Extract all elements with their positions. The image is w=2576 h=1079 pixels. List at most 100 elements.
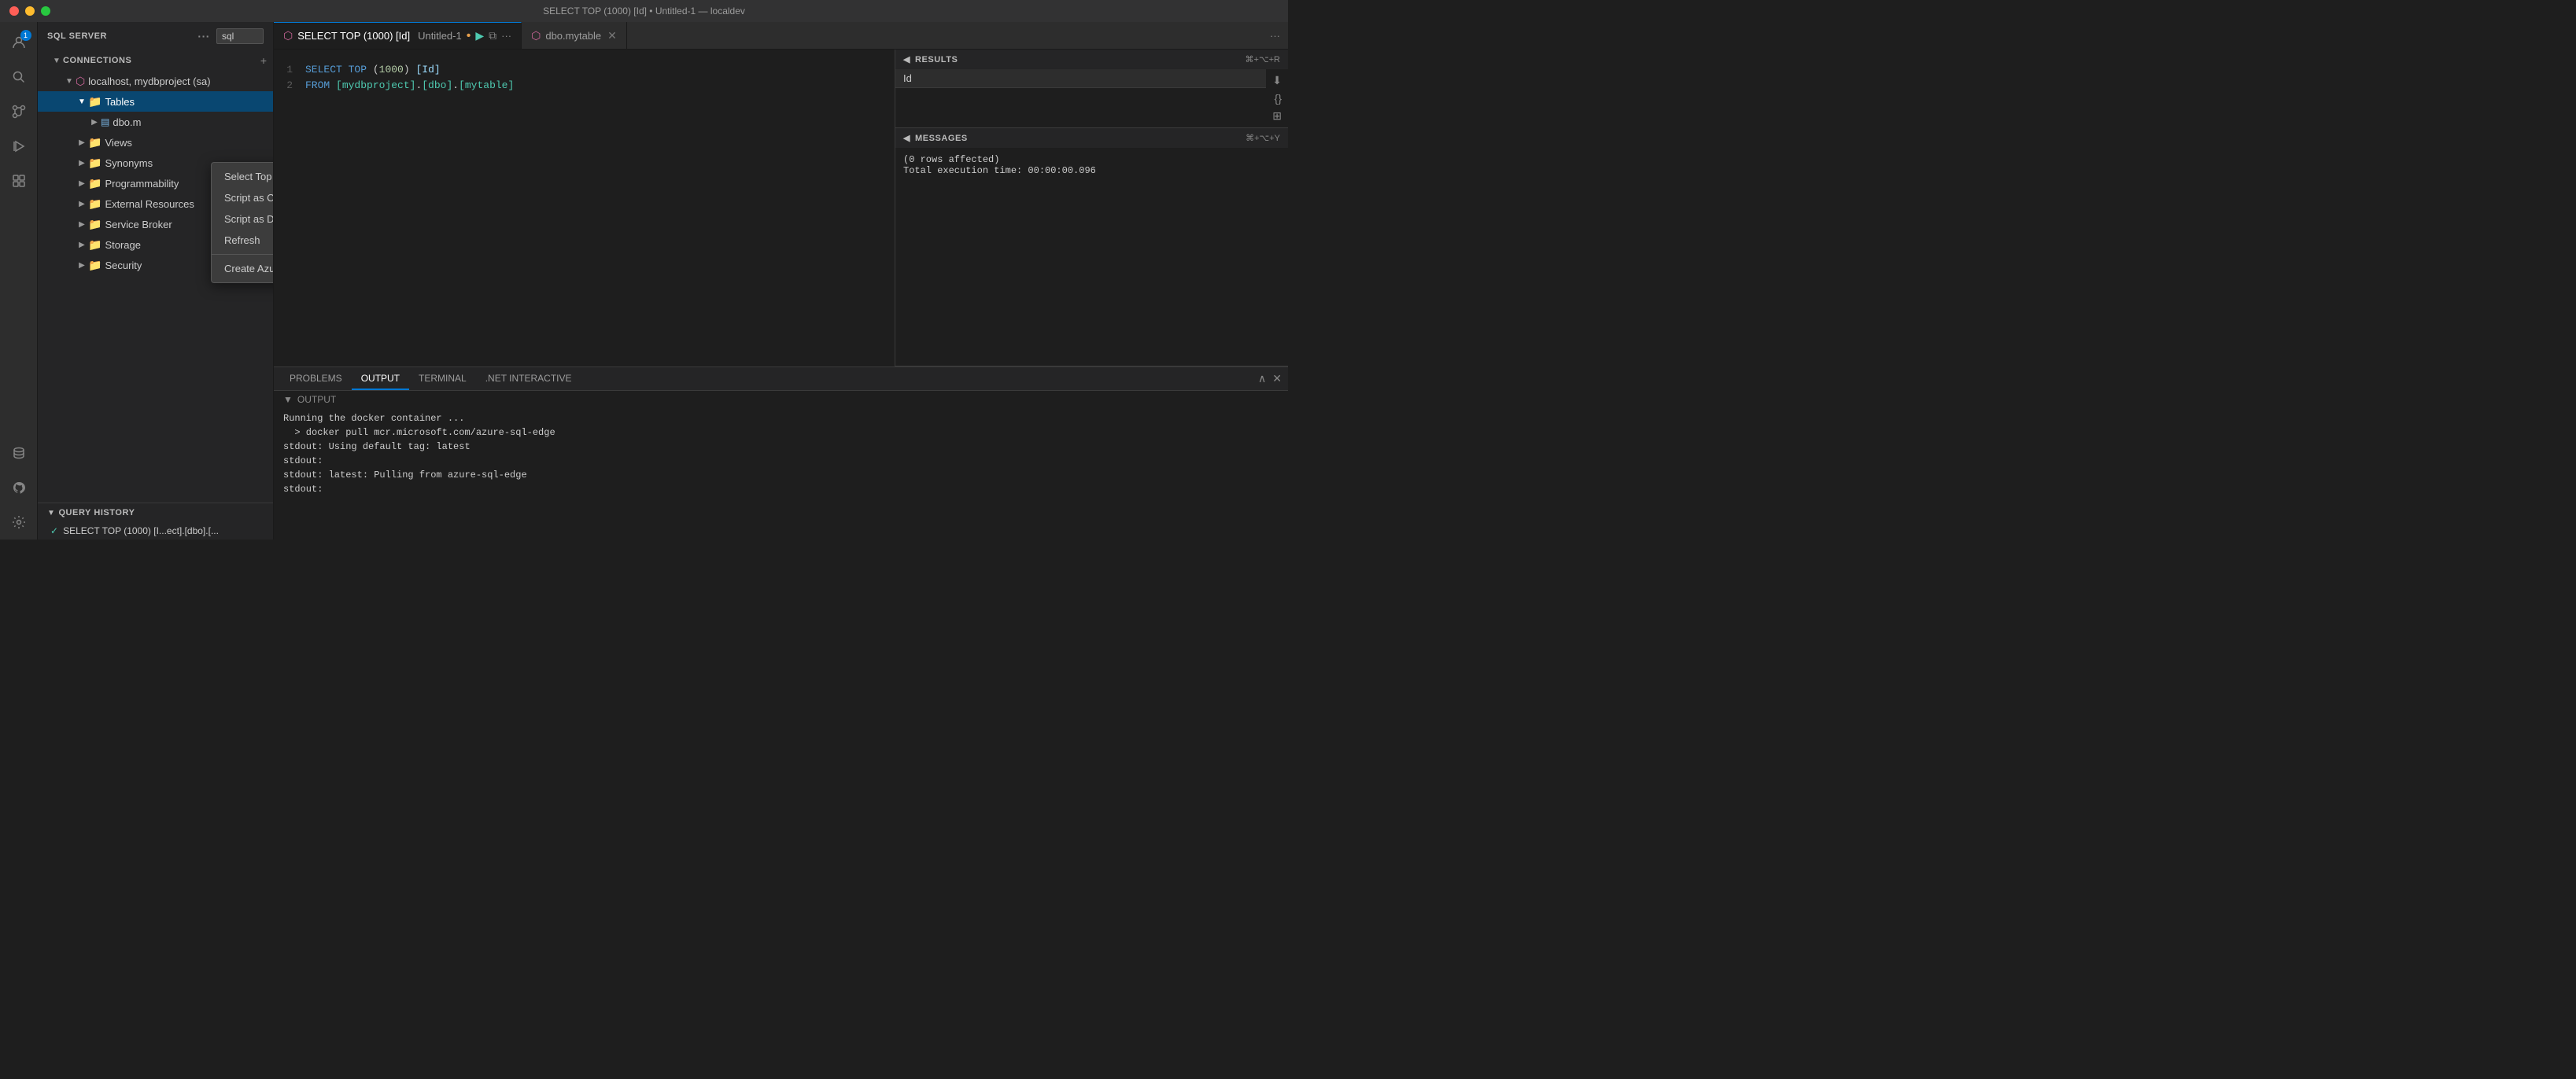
external-resources-folder-icon: 📁 [88, 197, 101, 211]
views-label: Views [105, 137, 131, 149]
tables-node[interactable]: ▼ 📁 Tables [38, 91, 273, 112]
kw-select: SELECT [305, 64, 342, 75]
dot-2: . [452, 79, 459, 91]
programmability-label: Programmability [105, 178, 179, 190]
context-menu-script-as-create[interactable]: Script as Create [212, 187, 274, 208]
tab-close-2[interactable]: ✕ [607, 29, 617, 42]
source-control-icon[interactable] [3, 96, 35, 127]
server-icon: ⬡ [76, 75, 85, 88]
tab-db-icon-1: ⬡ [283, 29, 293, 42]
context-menu-create-azure-function[interactable]: Create Azure Function with SQL binding [212, 258, 274, 279]
connections-arrow: ▼ [50, 57, 63, 65]
views-folder-icon: 📁 [88, 136, 101, 149]
tab-dbo-mytable[interactable]: ⬡ dbo.mytable ✕ [522, 22, 627, 49]
tab-label-1: SELECT TOP (1000) [Id] [297, 30, 410, 42]
editor-scroll-indicator [274, 56, 895, 59]
line-num-2: 2 [274, 78, 305, 94]
tab-run-button[interactable]: ▶ [475, 29, 484, 42]
server-node[interactable]: ▼ ⬡ localhost, mydbproject (sa) [38, 71, 273, 91]
results-panel: ◀ RESULTS ⌘+⌥+R Id [895, 50, 1288, 366]
close-button[interactable] [9, 6, 19, 16]
sidebar-more-button[interactable]: ··· [197, 30, 210, 42]
messages-label: MESSAGES [915, 134, 968, 143]
tables-folder-icon: 📁 [88, 95, 101, 109]
database-icon[interactable] [3, 437, 35, 469]
add-connection-button[interactable]: + [260, 54, 267, 67]
server-arrow: ▼ [63, 77, 76, 86]
results-json-button[interactable]: {} [1271, 90, 1285, 106]
results-table: Id [895, 69, 1266, 88]
output-line-3: stdout: Using default tag: latest [283, 440, 1279, 454]
minimize-button[interactable] [25, 6, 35, 16]
views-node[interactable]: ▶ 📁 Views [38, 132, 273, 153]
tab-db-icon-2: ⬡ [531, 29, 541, 42]
synonyms-arrow: ▶ [76, 159, 88, 168]
programmability-folder-icon: 📁 [88, 177, 101, 190]
window-controls [9, 6, 50, 16]
search-icon[interactable] [3, 61, 35, 93]
output-line-6: stdout: [283, 482, 1279, 496]
table-item-dbo[interactable]: ▶ ▤ dbo.m [38, 112, 273, 132]
sidebar-header-actions: ··· [197, 28, 264, 44]
results-header-left: ◀ RESULTS [903, 54, 958, 64]
activity-bar: 1 [0, 22, 38, 540]
results-header[interactable]: ◀ RESULTS ⌘+⌥+R [895, 50, 1288, 69]
context-menu-select-top-1000[interactable]: Select Top 1000 [212, 166, 274, 187]
tab-untitled1[interactable]: ⬡ SELECT TOP (1000) [Id] Untitled-1 • ▶ … [274, 22, 522, 49]
settings-icon[interactable] [3, 506, 35, 538]
messages-header-left: ◀ MESSAGES [903, 133, 968, 143]
results-grid-button[interactable]: ⊞ [1269, 108, 1285, 124]
sidebar-header: SQL SERVER ··· [38, 22, 273, 50]
connections-label: CONNECTIONS [63, 56, 131, 65]
paren-open: ( [373, 64, 379, 75]
storage-label: Storage [105, 239, 141, 251]
tbl-dbo: [dbo] [422, 79, 452, 91]
results-export-button[interactable]: ⬇ [1269, 72, 1285, 89]
query-history-header[interactable]: ▼ QUERY HISTORY [38, 503, 273, 522]
output-collapse-icon: ▼ [283, 394, 293, 405]
line-content-2: FROM [mydbproject].[dbo].[mytable] [305, 78, 895, 94]
tab-bar: ⬡ SELECT TOP (1000) [Id] Untitled-1 • ▶ … [274, 22, 1288, 50]
context-menu-refresh[interactable]: Refresh [212, 230, 274, 251]
results-shortcut: ⌘+⌥+R [1246, 54, 1280, 64]
tab-split-button[interactable]: ⧉ [489, 29, 496, 42]
code-editor[interactable]: 1 SELECT TOP (1000) [Id] 2 FROM [274, 50, 895, 366]
extensions-icon[interactable] [3, 165, 35, 197]
tab-output[interactable]: OUTPUT [352, 367, 409, 390]
query-history-label: QUERY HISTORY [58, 508, 135, 517]
query-history-section: ▼ QUERY HISTORY ✓ SELECT TOP (1000) [I..… [38, 503, 273, 540]
tab-problems[interactable]: PROBLEMS [280, 367, 352, 390]
security-label: Security [105, 260, 142, 271]
tab-dotnet-interactive[interactable]: .NET INTERACTIVE [476, 367, 581, 390]
sidebar: SQL SERVER ··· ▼ CONNECTIONS + ▼ ⬡ local… [38, 22, 274, 540]
output-content: Running the docker container ... > docke… [274, 408, 1288, 540]
code-line-1: 1 SELECT TOP (1000) [Id] [274, 62, 895, 78]
messages-header[interactable]: ◀ MESSAGES ⌘+⌥+Y [895, 128, 1288, 148]
service-broker-label: Service Broker [105, 219, 172, 230]
context-menu-script-as-drop[interactable]: Script as Drop [212, 208, 274, 230]
storage-arrow: ▶ [76, 241, 88, 249]
query-history-item[interactable]: ✓ SELECT TOP (1000) [I...ect].[dbo].[... [38, 522, 273, 540]
sidebar-search-input[interactable] [216, 28, 264, 44]
editor-area: ⬡ SELECT TOP (1000) [Id] Untitled-1 • ▶ … [274, 22, 1288, 540]
maximize-button[interactable] [41, 6, 50, 16]
profile-icon[interactable]: 1 [3, 27, 35, 58]
output-line-4: stdout: [283, 454, 1279, 468]
table-icon: ▤ [101, 116, 109, 127]
connections-section[interactable]: ▼ CONNECTIONS + [38, 50, 273, 71]
tab-bar-more[interactable]: ··· [1262, 30, 1288, 42]
run-icon[interactable] [3, 131, 35, 162]
tab-terminal[interactable]: TERMINAL [409, 367, 476, 390]
panel-close-button[interactable]: ✕ [1272, 372, 1282, 385]
panel-collapse-button[interactable]: ∧ [1258, 372, 1266, 385]
paren-close: ) [404, 64, 416, 75]
tbl-db: [mydbproject] [336, 79, 415, 91]
synonyms-folder-icon: 📁 [88, 157, 101, 170]
github-icon[interactable] [3, 472, 35, 503]
qh-arrow: ▼ [47, 509, 55, 517]
tab-label-2: dbo.mytable [545, 30, 601, 42]
tab-more-button[interactable]: ··· [501, 30, 511, 42]
context-menu-separator [212, 254, 274, 255]
messages-body: (0 rows affected) Total execution time: … [895, 148, 1288, 182]
field-id: [Id] [415, 64, 440, 75]
